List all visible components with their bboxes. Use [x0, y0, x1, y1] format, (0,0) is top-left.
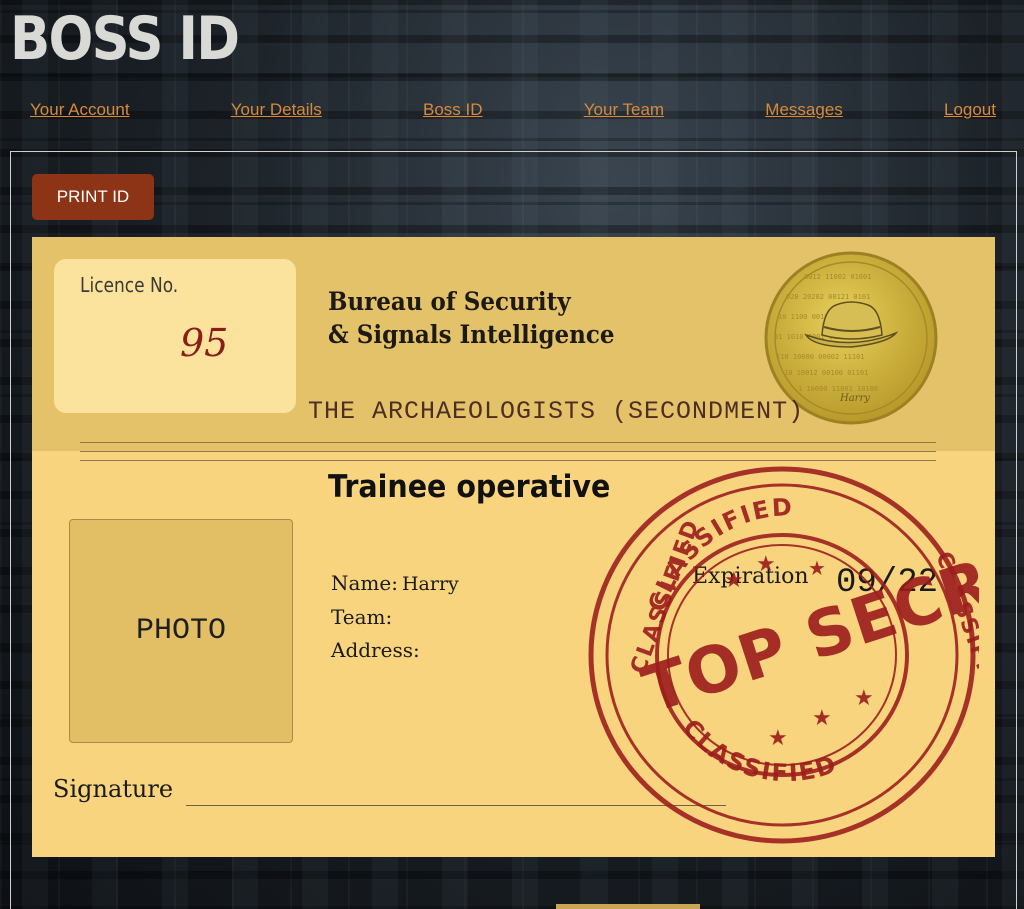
bureau-line-2: & Signals Intelligence [328, 320, 615, 349]
nav-messages[interactable]: Messages [765, 100, 842, 120]
svg-text:★: ★ [768, 726, 788, 751]
svg-text:0012 11002 01001: 0012 11002 01001 [804, 273, 871, 281]
svg-text:020 20202 00121 0101: 020 20202 00121 0101 [786, 293, 870, 301]
bureau-name: Bureau of Security & Signals Intelligenc… [328, 285, 615, 351]
nav-logout[interactable]: Logout [944, 100, 996, 120]
svg-text:1 10000 11001 10100: 1 10000 11001 10100 [798, 385, 878, 393]
svg-text:★: ★ [756, 552, 776, 577]
licence-box: Licence No. 95 [54, 259, 296, 413]
app-title: BOSS ID [10, 4, 240, 74]
role-title: Trainee operative [328, 469, 611, 505]
nav-your-details[interactable]: Your Details [231, 100, 322, 120]
nav-your-team[interactable]: Your Team [584, 100, 664, 120]
photo-placeholder: PHOTO [69, 519, 293, 743]
divider [80, 460, 936, 461]
id-card: Licence No. 95 Bureau of Security & Sign… [32, 237, 995, 857]
divider [80, 451, 936, 452]
svg-text:★: ★ [808, 556, 826, 580]
svg-text:★: ★ [812, 706, 832, 731]
top-secret-stamp-icon: CLASSIFIED CLASSIFIED CLASSIFIED CLASSIF… [588, 466, 979, 844]
seal-signature: Harry [839, 393, 870, 404]
nav-your-account[interactable]: Your Account [30, 100, 130, 120]
address-label: Address: [331, 638, 420, 662]
nav-boss-id[interactable]: Boss ID [423, 100, 483, 120]
unit-name: THE ARCHAEOLOGISTS (SECONDMENT) [308, 397, 805, 426]
name-row: Name: Harry [331, 567, 459, 601]
licence-number: 95 [180, 321, 229, 365]
svg-text:110 10000 00002 11101: 110 10000 00002 11101 [776, 353, 865, 361]
svg-text:★: ★ [854, 686, 874, 711]
bureau-line-1: Bureau of Security [328, 287, 571, 316]
print-id-button[interactable]: PRINT ID [32, 174, 154, 220]
name-value: Harry [401, 573, 459, 595]
svg-text:10 10012 00100 01101: 10 10012 00100 01101 [784, 369, 868, 377]
licence-label: Licence No. [80, 273, 179, 297]
footer-tab [556, 904, 700, 909]
main-nav: Your Account Your Details Boss ID Your T… [30, 100, 996, 120]
holder-fields: Name: Harry Team: Address: [331, 567, 459, 667]
signature-label: Signature [53, 775, 174, 803]
svg-text:★: ★ [724, 568, 744, 593]
team-label: Team: [331, 605, 393, 629]
name-label: Name: [331, 571, 398, 595]
divider [80, 442, 936, 443]
